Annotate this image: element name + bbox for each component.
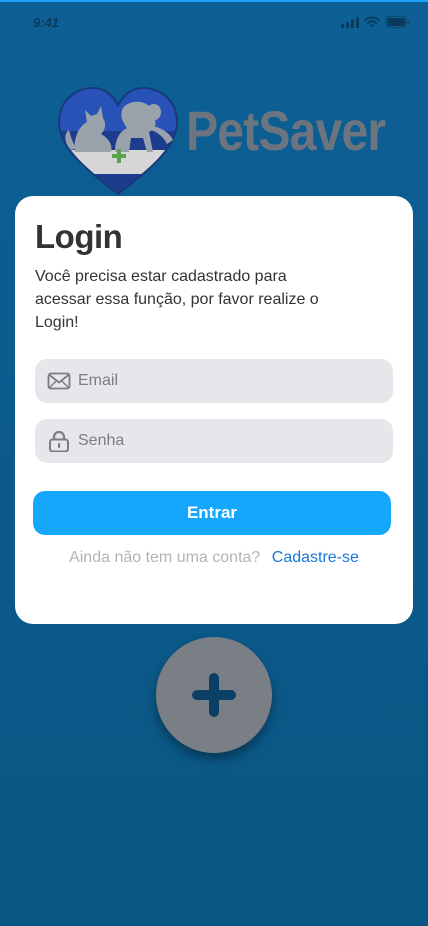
signup-link[interactable]: Cadastre-se	[272, 549, 359, 566]
login-card: Login Você precisa estar cadastrado para…	[15, 196, 413, 624]
signup-row: Ainda não tem uma conta? Cadastre-se	[15, 549, 413, 567]
email-input[interactable]	[78, 359, 378, 403]
cellular-signal-icon	[341, 16, 359, 28]
password-input[interactable]	[78, 419, 378, 463]
status-icons	[341, 16, 410, 28]
password-field[interactable]	[35, 419, 393, 463]
enter-button[interactable]: Entrar	[33, 491, 391, 535]
wifi-icon	[364, 16, 380, 28]
status-bar: 9:41	[0, 0, 428, 44]
login-description: Você precisa estar cadastrado para acess…	[35, 268, 319, 331]
add-button[interactable]	[156, 637, 272, 753]
plus-icon	[192, 673, 236, 717]
lock-icon	[49, 430, 69, 452]
brand-name: PetSaver	[186, 99, 386, 162]
battery-icon	[385, 16, 410, 28]
email-field[interactable]	[35, 359, 393, 403]
login-title: Login	[35, 218, 123, 255]
envelope-icon	[47, 372, 71, 390]
status-time: 9:41	[33, 15, 60, 30]
signup-prompt: Ainda não tem uma conta?	[69, 549, 261, 566]
